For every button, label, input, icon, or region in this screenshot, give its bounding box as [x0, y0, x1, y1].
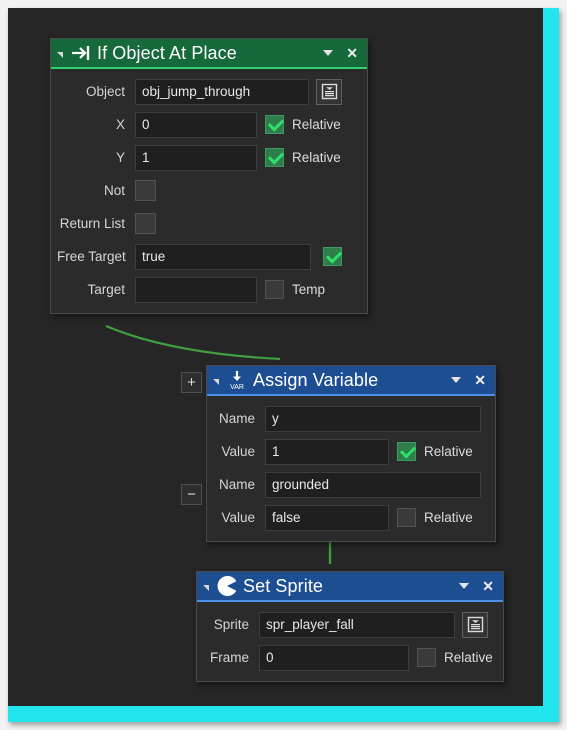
field-row-name-1: Name y [213, 403, 487, 434]
collapse-triangle-icon[interactable] [57, 51, 63, 58]
field-label-free-target: Free Target [57, 249, 126, 264]
not-checkbox[interactable] [135, 180, 156, 201]
node-if-object-at-place[interactable]: If Object At Place ✕ Object obj_jump_thr… [50, 38, 368, 314]
add-variable-button[interactable]: + [181, 372, 202, 393]
node-body-set-sprite: Sprite spr_player_fall Frame 0 Relative [197, 602, 503, 681]
field-label-name-1: Name [218, 411, 255, 426]
field-row-name-2: Name grounded [213, 469, 487, 500]
node-body-if-object-at-place: Object obj_jump_through X 0 Relative Y 1… [51, 69, 367, 313]
free-target-input[interactable]: true [135, 243, 311, 270]
field-label-object: Object [85, 84, 125, 99]
field-label-value-1: Value [221, 444, 255, 459]
remove-variable-button[interactable]: − [181, 484, 202, 505]
target-temp-checkbox[interactable] [265, 280, 284, 299]
frame-input[interactable]: 0 [259, 644, 409, 671]
field-label-y: Y [115, 150, 125, 165]
close-icon[interactable]: ✕ [346, 46, 358, 60]
name-input-1[interactable]: y [265, 405, 481, 432]
field-label-frame: Frame [209, 650, 249, 665]
field-row-free-target: Free Target true [57, 241, 359, 272]
name-input-2[interactable]: grounded [265, 471, 481, 498]
free-target-checkbox[interactable] [323, 247, 342, 266]
chevron-down-icon[interactable] [451, 377, 462, 383]
field-label-return-list: Return List [59, 216, 125, 231]
node-title: If Object At Place [97, 43, 237, 63]
collapse-triangle-icon[interactable] [213, 378, 219, 385]
field-row-value-1: Value 1 Relative [213, 436, 487, 467]
frame-relative-checkbox[interactable] [417, 648, 436, 667]
node-header-set-sprite[interactable]: Set Sprite ✕ [197, 572, 503, 602]
node-graph-canvas[interactable]: If Object At Place ✕ Object obj_jump_thr… [8, 8, 543, 706]
value-relative-checkbox-2[interactable] [397, 508, 416, 527]
var-down-arrow-icon: VAR [226, 369, 248, 391]
value-relative-label-2: Relative [424, 510, 473, 525]
field-row-object: Object obj_jump_through [57, 76, 359, 107]
field-row-value-2: Value false Relative [213, 502, 487, 533]
close-icon[interactable]: ✕ [482, 579, 494, 593]
field-row-sprite: Sprite spr_player_fall [203, 609, 495, 640]
field-row-x: X 0 Relative [57, 109, 359, 140]
value-input-1[interactable]: 1 [265, 438, 389, 465]
pacman-sprite-icon [216, 575, 238, 597]
field-label-sprite: Sprite [213, 617, 249, 632]
collapse-triangle-icon[interactable] [203, 584, 209, 591]
sprite-input[interactable]: spr_player_fall [259, 611, 455, 638]
y-relative-label: Relative [292, 150, 341, 165]
field-label-target: Target [87, 282, 125, 297]
chevron-down-icon[interactable] [323, 50, 334, 56]
return-list-checkbox[interactable] [135, 213, 156, 234]
field-label-not: Not [103, 183, 125, 198]
screenshot-frame: If Object At Place ✕ Object obj_jump_thr… [0, 0, 567, 730]
list-select-icon [467, 616, 483, 633]
field-row-return-list: Return List [57, 208, 359, 239]
node-header-if-object-at-place[interactable]: If Object At Place ✕ [51, 39, 367, 69]
field-label-value-2: Value [221, 510, 255, 525]
x-input[interactable]: 0 [135, 111, 257, 138]
target-temp-label: Temp [292, 282, 326, 297]
node-set-sprite[interactable]: Set Sprite ✕ Sprite spr_player_fall Fram… [196, 571, 504, 682]
connector-if-to-assign [105, 324, 281, 361]
object-list-button[interactable] [316, 78, 342, 105]
field-row-frame: Frame 0 Relative [203, 642, 495, 673]
svg-text:VAR: VAR [230, 384, 244, 390]
x-relative-label: Relative [292, 117, 341, 132]
value-relative-label-1: Relative [424, 444, 473, 459]
object-input[interactable]: obj_jump_through [135, 78, 309, 105]
field-label-x: X [115, 117, 125, 132]
y-relative-checkbox[interactable] [265, 148, 284, 167]
y-input[interactable]: 1 [135, 144, 257, 171]
sprite-list-button[interactable] [462, 611, 488, 638]
field-label-name-2: Name [218, 477, 255, 492]
node-body-assign-variable: Name y Value 1 Relative Name grounded Va… [207, 396, 495, 541]
value-input-2[interactable]: false [265, 504, 389, 531]
node-header-assign-variable[interactable]: VAR Assign Variable ✕ [207, 366, 495, 396]
node-title: Set Sprite [243, 576, 324, 596]
value-relative-checkbox-1[interactable] [397, 442, 416, 461]
node-title: Assign Variable [253, 370, 379, 390]
list-select-icon [321, 83, 337, 100]
frame-relative-label: Relative [444, 650, 493, 665]
field-row-not: Not [57, 175, 359, 206]
arrow-to-bar-icon [70, 42, 92, 64]
chevron-down-icon[interactable] [459, 583, 470, 589]
close-icon[interactable]: ✕ [474, 373, 486, 387]
x-relative-checkbox[interactable] [265, 115, 284, 134]
field-row-target: Target Temp [57, 274, 359, 305]
field-row-y: Y 1 Relative [57, 142, 359, 173]
node-assign-variable[interactable]: VAR Assign Variable ✕ Name y Value 1 Rel… [206, 365, 496, 542]
target-input[interactable] [135, 276, 257, 303]
